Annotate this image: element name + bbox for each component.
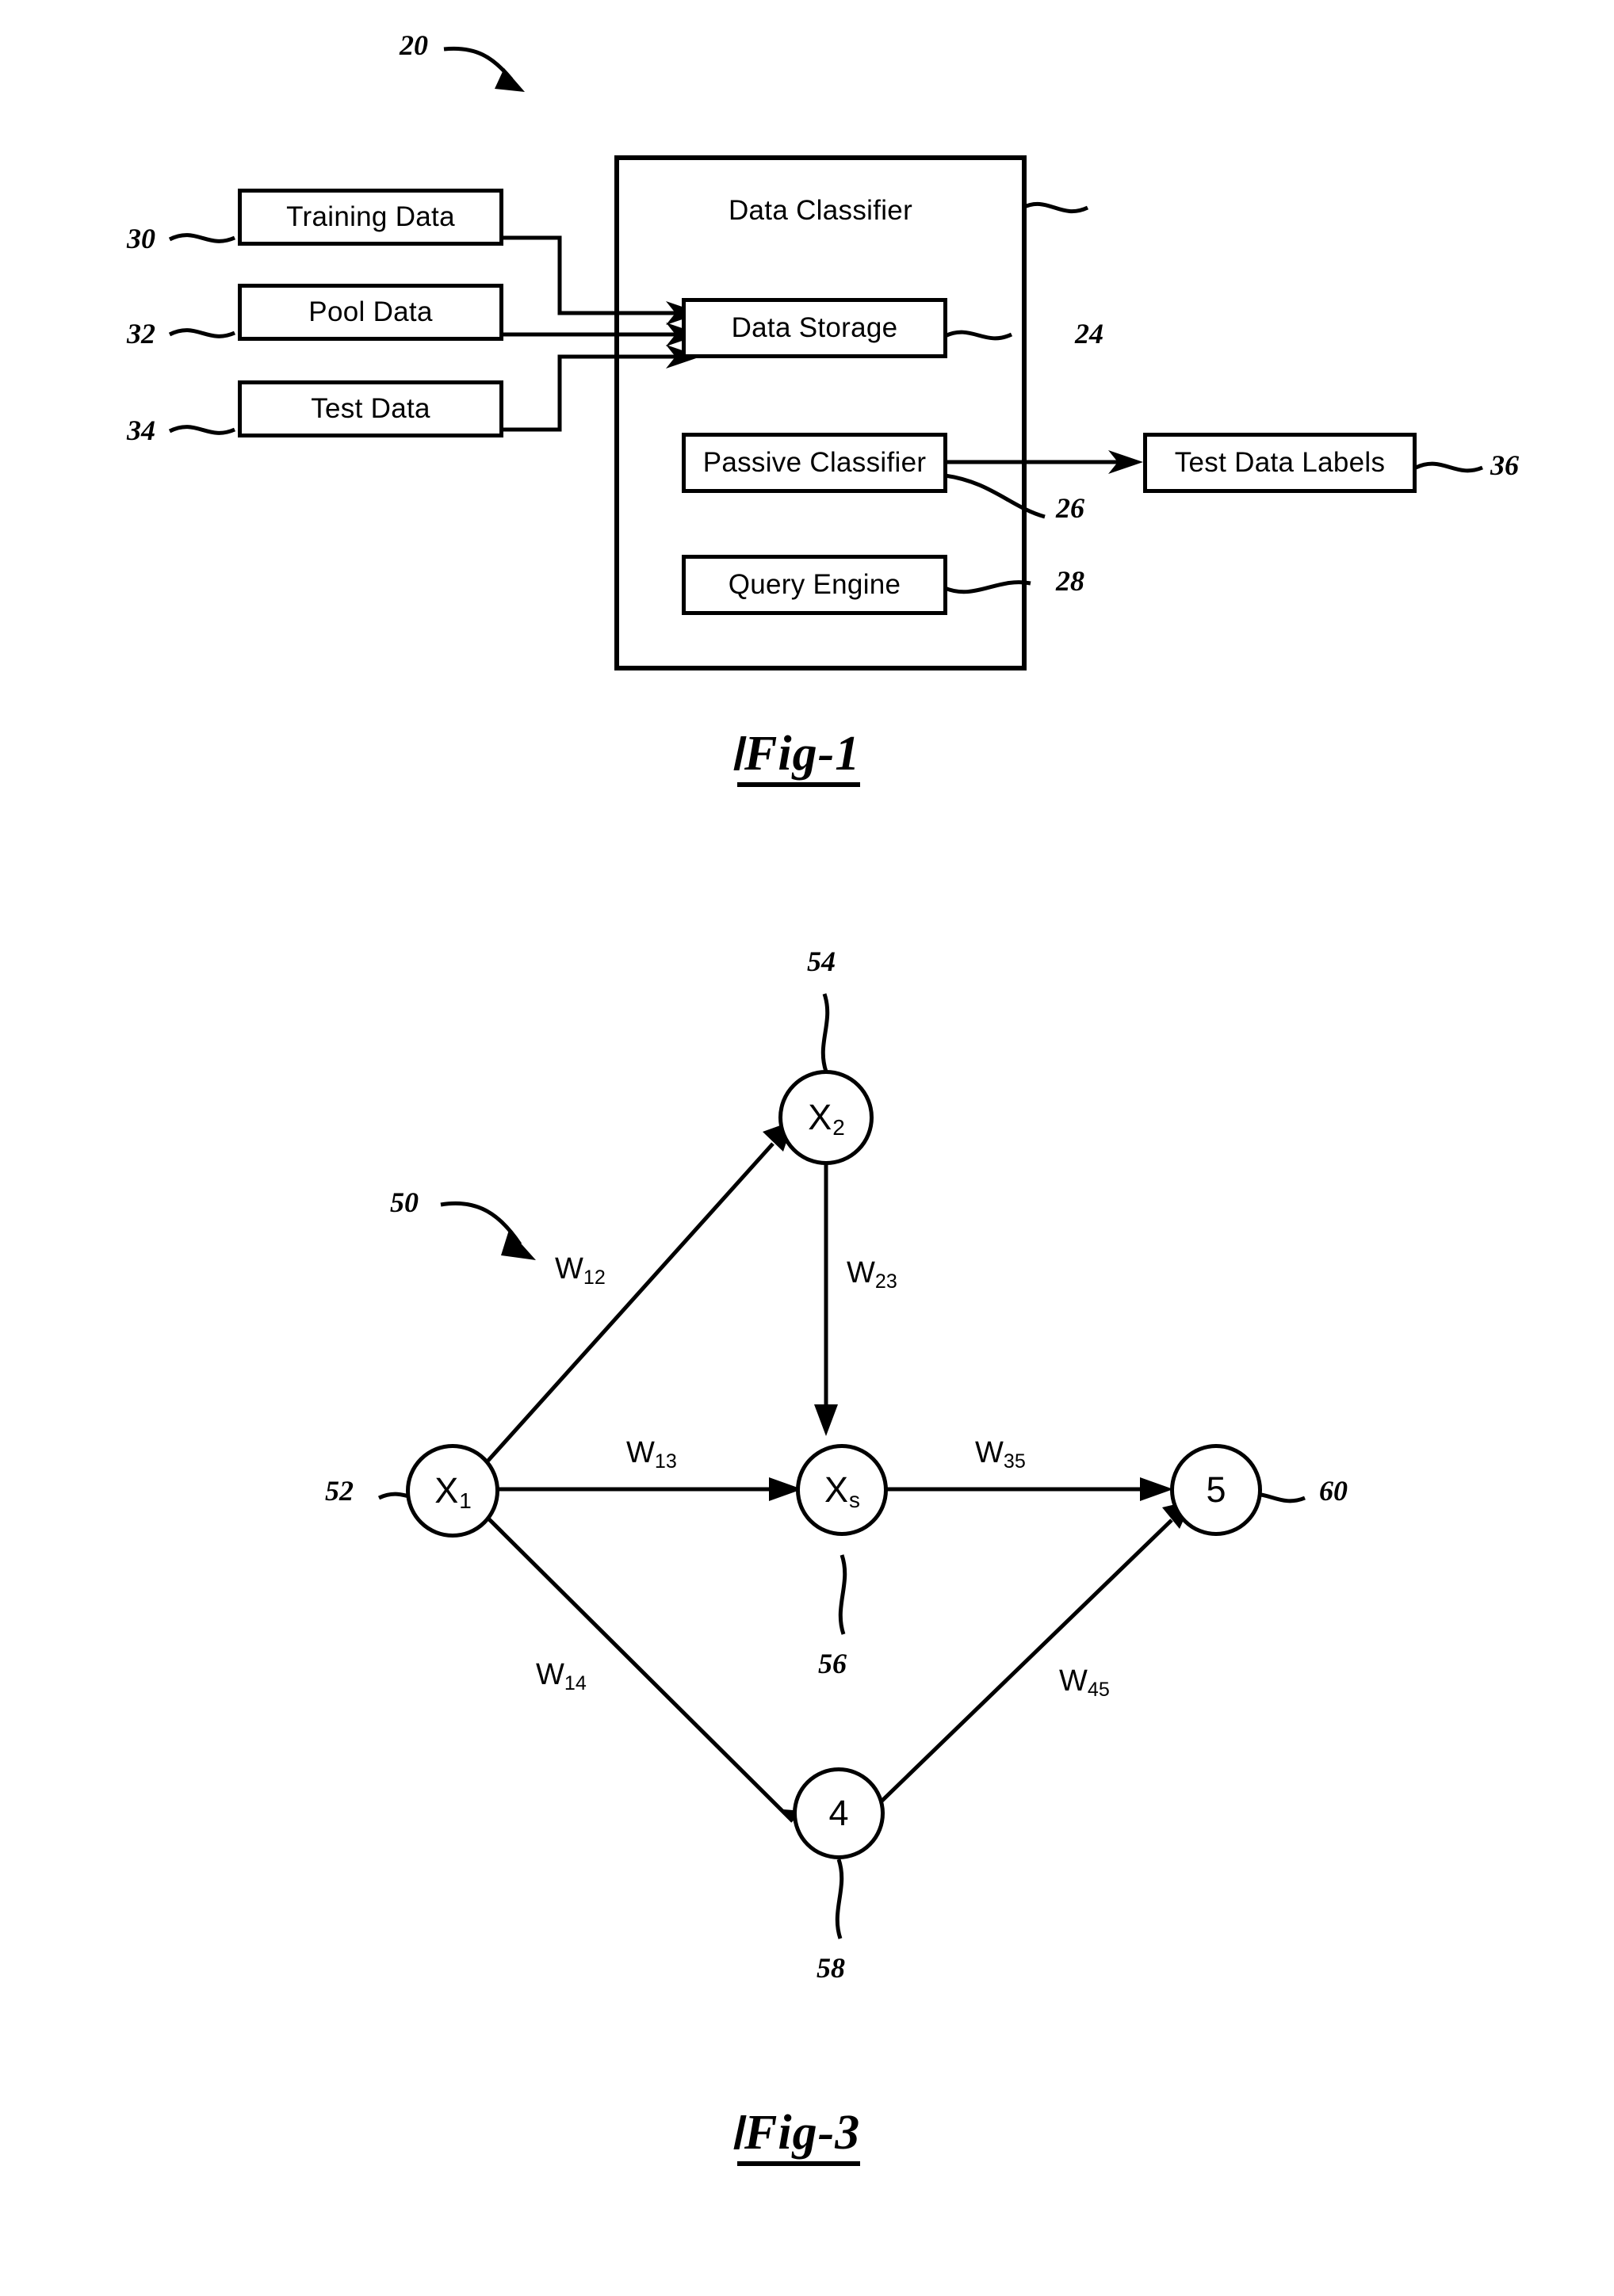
query-engine-box: Query Engine [682, 555, 947, 615]
ref-number-24: 24 [1075, 318, 1103, 350]
ref-number-36: 36 [1490, 449, 1519, 481]
weight-label-w45: W45 [1059, 1664, 1110, 1701]
node-x2-label: X2 [808, 1097, 845, 1140]
ref-number-54: 54 [807, 946, 836, 977]
weight-label-w12: W12 [555, 1252, 606, 1289]
ref-number-32: 32 [127, 318, 155, 350]
training-data-box: Training Data [238, 189, 503, 246]
node-xs: Xs [796, 1444, 888, 1536]
node-x2: X2 [778, 1070, 874, 1165]
data-storage-label: Data Storage [731, 312, 898, 343]
ref-number-28: 28 [1056, 565, 1084, 597]
node-5-label: 5 [1206, 1469, 1226, 1510]
node-4-label: 4 [828, 1793, 849, 1833]
weight-label-w13: W13 [626, 1436, 677, 1473]
ref-number-34: 34 [127, 415, 155, 446]
fig1-caption-text: Fig-1 [744, 727, 861, 781]
fig1-caption-wrap: Fig-1 [733, 727, 861, 787]
fig3-caption-text: Fig-3 [744, 2106, 861, 2160]
passive-classifier-label: Passive Classifier [702, 447, 927, 478]
data-classifier-title: Data Classifier [728, 195, 913, 226]
fig1-caption: Fig-1 [733, 727, 861, 787]
weight-label-w35: W35 [975, 1436, 1026, 1473]
test-data-labels-label: Test Data Labels [1174, 447, 1386, 478]
pool-data-label: Pool Data [308, 296, 433, 327]
ref-number-56: 56 [818, 1648, 847, 1679]
query-engine-label: Query Engine [728, 569, 901, 600]
node-x1: X1 [406, 1444, 499, 1538]
pool-data-box: Pool Data [238, 284, 503, 341]
training-data-label: Training Data [286, 201, 455, 232]
ref-number-52: 52 [325, 1475, 354, 1507]
node-x1-label: X1 [434, 1470, 472, 1514]
ref-number-26: 26 [1056, 492, 1084, 524]
node-4: 4 [793, 1767, 885, 1859]
ref-number-30: 30 [127, 223, 155, 254]
weight-label-w23: W23 [847, 1256, 897, 1293]
ref-number-20: 20 [400, 29, 428, 61]
node-5: 5 [1170, 1444, 1262, 1536]
test-data-labels-box: Test Data Labels [1143, 433, 1417, 493]
weight-label-w14: W14 [536, 1658, 587, 1694]
passive-classifier-box: Passive Classifier [682, 433, 947, 493]
ref-number-50: 50 [390, 1186, 419, 1218]
fig3-caption-wrap: Fig-3 [733, 2106, 861, 2166]
test-data-label: Test Data [311, 393, 430, 424]
test-data-box: Test Data [238, 380, 503, 437]
patent-drawing-sheet: Data Classifier 20 Training Data 30 Pool… [0, 0, 1614, 2296]
ref-number-60: 60 [1319, 1475, 1348, 1507]
ref-number-58: 58 [817, 1952, 845, 1984]
node-xs-label: Xs [824, 1469, 860, 1513]
data-storage-box: Data Storage [682, 298, 947, 358]
fig3-caption: Fig-3 [733, 2106, 861, 2166]
